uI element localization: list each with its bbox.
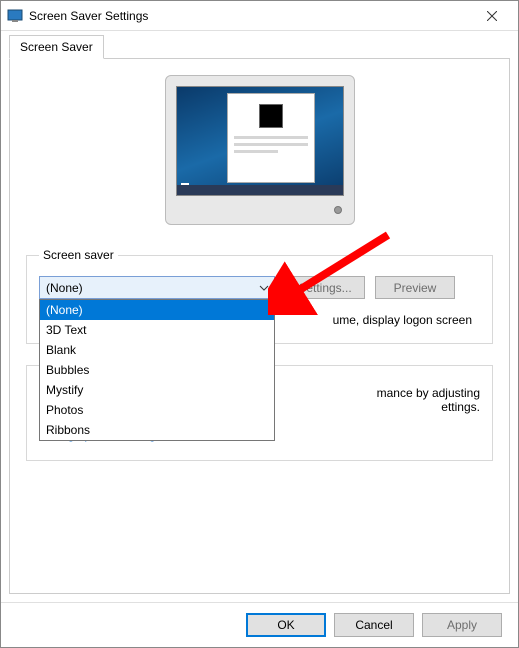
screen-saver-legend: Screen saver: [39, 248, 118, 262]
tab-screen-saver[interactable]: Screen Saver: [9, 35, 104, 59]
screen-saver-option[interactable]: 3D Text: [40, 320, 274, 340]
chevron-down-icon: [259, 282, 269, 296]
screen-saver-group: Screen saver (None) (None)3D TextBlankBu…: [26, 248, 493, 344]
monitor-preview: [26, 75, 493, 230]
screen-saver-option[interactable]: Ribbons: [40, 420, 274, 440]
screen-saver-settings-window: Screen Saver Settings Screen Saver: [0, 0, 519, 648]
ok-button[interactable]: OK: [246, 613, 326, 637]
close-button[interactable]: [472, 2, 512, 30]
dialog-buttons: OK Cancel Apply: [1, 602, 518, 647]
screen-saver-selected: (None): [46, 281, 83, 295]
apply-button[interactable]: Apply: [422, 613, 502, 637]
screen-saver-option[interactable]: Photos: [40, 400, 274, 420]
settings-button[interactable]: Settings...: [285, 276, 365, 299]
tab-strip: Screen Saver: [1, 31, 518, 59]
screen-saver-option[interactable]: Blank: [40, 340, 274, 360]
screen-saver-combo[interactable]: (None) (None)3D TextBlankBubblesMystifyP…: [39, 276, 275, 299]
screen-saver-option[interactable]: Bubbles: [40, 360, 274, 380]
app-icon: [7, 8, 23, 24]
cancel-button[interactable]: Cancel: [334, 613, 414, 637]
preview-button[interactable]: Preview: [375, 276, 455, 299]
titlebar: Screen Saver Settings: [1, 1, 518, 31]
window-title: Screen Saver Settings: [29, 9, 472, 23]
screen-saver-option[interactable]: Mystify: [40, 380, 274, 400]
tab-panel: Screen saver (None) (None)3D TextBlankBu…: [9, 58, 510, 594]
screen-saver-dropdown[interactable]: (None)3D TextBlankBubblesMystifyPhotosRi…: [39, 299, 275, 441]
screen-saver-option[interactable]: (None): [40, 300, 274, 320]
